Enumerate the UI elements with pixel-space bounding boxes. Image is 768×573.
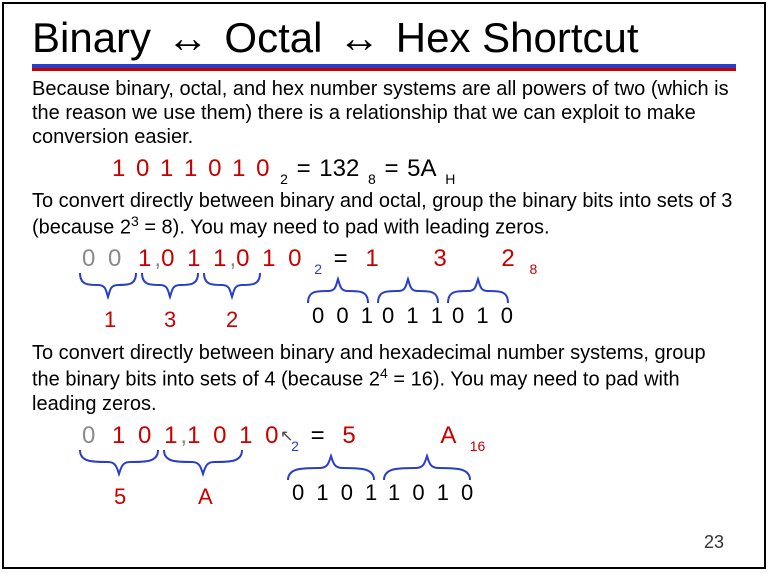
title-underline: [32, 64, 736, 71]
page-number: 23: [704, 532, 724, 553]
result-base: 16: [470, 438, 486, 454]
brace-up-icon: [286, 448, 376, 482]
title-part1: Binary: [32, 14, 151, 61]
eq-hex-base: H: [445, 171, 455, 187]
bin-group-1: 0 1 0 1: [292, 480, 380, 506]
brace-up-icon: [446, 271, 510, 305]
eq-octal-base: 8: [368, 171, 376, 187]
arrow-icon: ↔: [334, 14, 384, 62]
octal-label-2: 3: [164, 307, 179, 333]
title-part2: Octal: [224, 14, 322, 61]
octal-label-1: 1: [104, 307, 119, 333]
octal-para-b: = 8). You may need to pad with leading z…: [139, 216, 550, 238]
result-d1: 1: [365, 245, 381, 272]
title-part3: Hex Shortcut: [396, 14, 639, 61]
bits: 1 0 1,1 0 1 0: [112, 422, 281, 449]
octal-label-3: 2: [226, 307, 241, 333]
bin-group-1: 0 0 1: [312, 303, 376, 329]
slide: Binary ↔ Octal ↔ Hex Shortcut Because bi…: [2, 2, 766, 569]
result-d3: 2: [501, 245, 517, 272]
result-d1: 5: [342, 422, 358, 449]
eq-octal: 132: [319, 155, 359, 182]
bin-group-2: 1 0 1 0: [388, 480, 476, 506]
octal-diagram: 0 0 1,0 1 1,0 1 0 2 = 1 3 2 8 1 3 2: [82, 245, 736, 337]
brace-icon: [140, 271, 200, 305]
brace-up-icon: [376, 271, 440, 305]
hex-label-2: A: [198, 484, 216, 510]
brace-icon: [162, 448, 244, 482]
eq-hex: 5A: [407, 155, 436, 182]
arrow-icon: ↔: [163, 14, 213, 62]
eq-binary-base: 2: [280, 171, 288, 187]
eq: =: [311, 422, 325, 449]
brace-icon: [78, 271, 138, 305]
result-base: 8: [529, 261, 537, 277]
main-equation: 1 0 1 1 0 1 0 2 = 132 8 = 5A H: [112, 155, 736, 185]
octal-paragraph: To convert directly between binary and o…: [32, 189, 736, 240]
result-d2: A: [440, 422, 458, 449]
intro-paragraph: Because binary, octal, and hex number sy…: [32, 77, 736, 149]
hex-diagram: 0 1 0 1,1 0 1 0 2 = 5 A 16 5 A 0 1 0 1 1…: [82, 422, 736, 512]
pad-bits: 0 0: [82, 245, 124, 272]
eq-equals2: =: [384, 155, 398, 182]
brace-up-icon: [306, 271, 370, 305]
eq: =: [334, 245, 348, 272]
octal-para-exp: 3: [131, 213, 139, 229]
eq-equals: =: [297, 155, 311, 182]
brace-icon: [78, 448, 160, 482]
hex-paragraph: To convert directly between binary and h…: [32, 341, 736, 416]
result-d2: 3: [433, 245, 449, 272]
brace-icon: [202, 271, 262, 305]
bin-group-3: 0 1 0: [452, 303, 516, 329]
bin-group-2: 0 1 1: [382, 303, 446, 329]
pad-bits: 0: [82, 422, 98, 449]
hex-para-exp: 4: [380, 365, 388, 381]
hex-label-1: 5: [114, 484, 129, 510]
bits: 1,0 1 1,0 1 0: [138, 245, 304, 272]
eq-binary: 1 0 1 1 0 1 0: [112, 155, 271, 182]
brace-up-icon: [382, 448, 472, 482]
slide-title: Binary ↔ Octal ↔ Hex Shortcut: [32, 14, 736, 62]
